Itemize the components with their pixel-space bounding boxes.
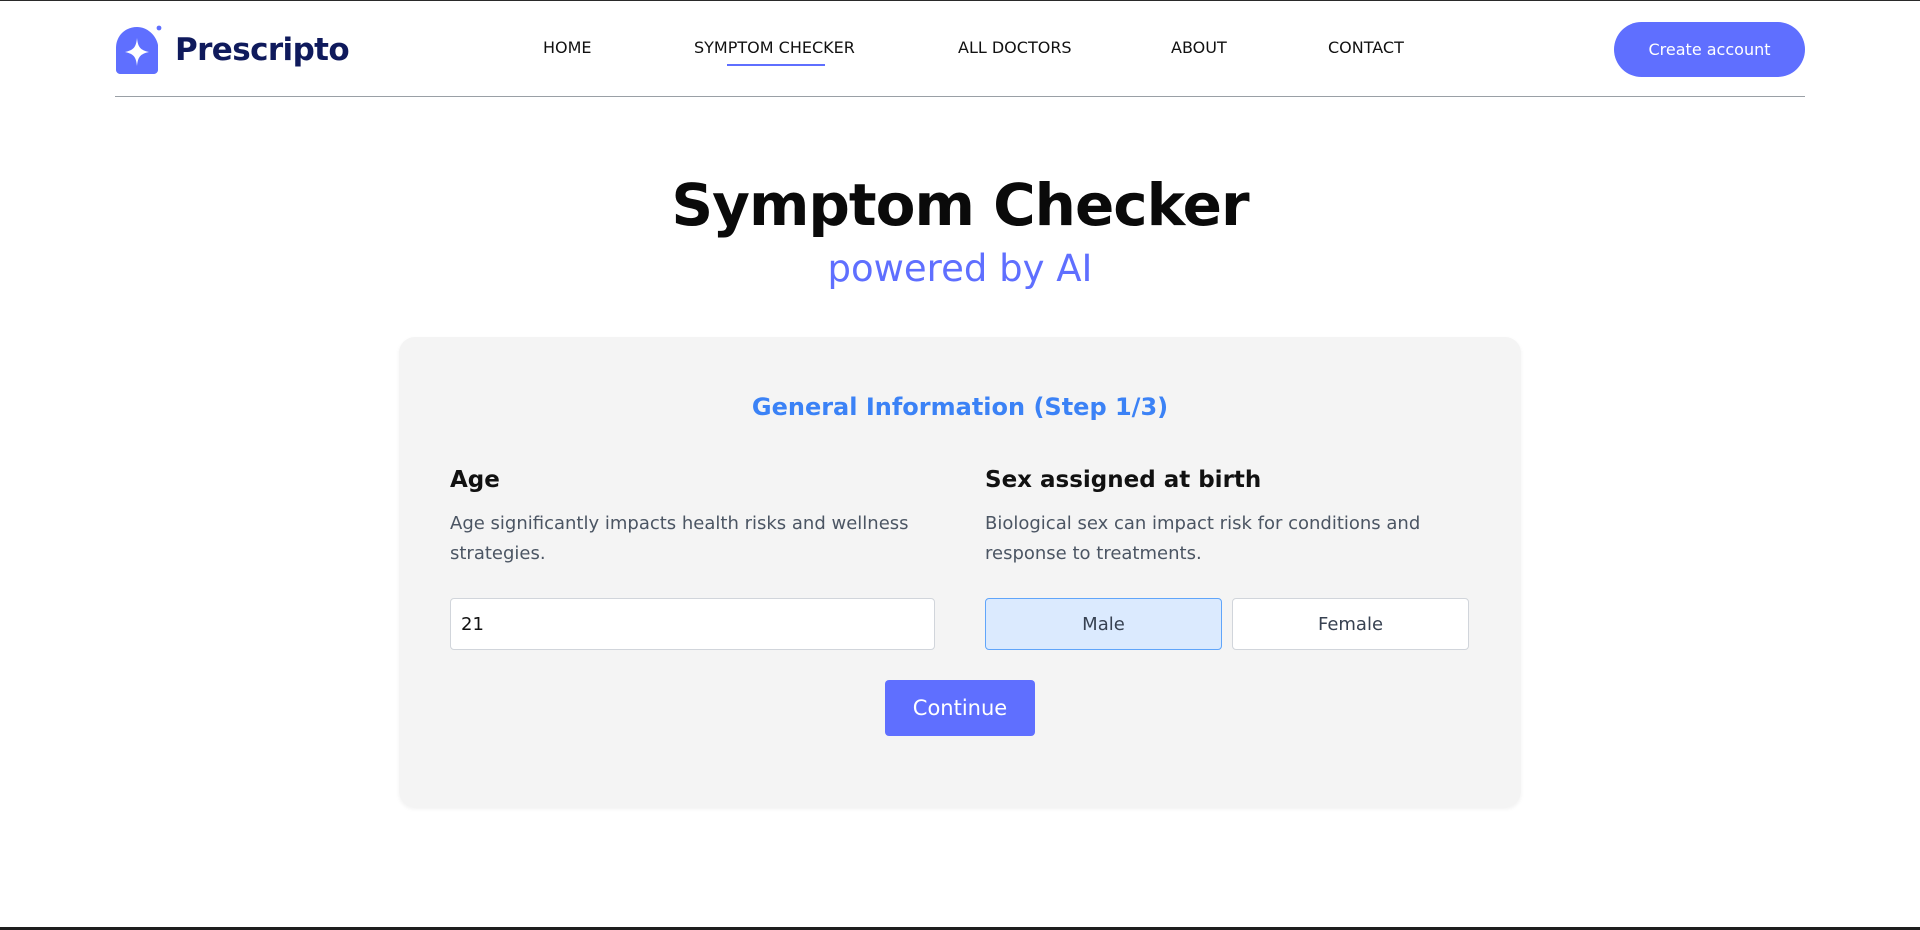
nav-symptom-checker[interactable]: SYMPTOM CHECKER — [694, 38, 855, 57]
navbar: Prescripto HOME SYMPTOM CHECKER ALL DOCT… — [115, 1, 1805, 97]
nav-all-doctors[interactable]: ALL DOCTORS — [958, 38, 1072, 57]
nav-about[interactable]: ABOUT — [1171, 38, 1227, 57]
create-account-button[interactable]: Create account — [1614, 22, 1805, 77]
active-nav-indicator — [727, 64, 825, 66]
age-description: Age significantly impacts health risks a… — [450, 513, 909, 564]
sparkle-logo-icon — [116, 25, 162, 74]
sex-option-male[interactable]: Male — [985, 598, 1222, 650]
nav-home[interactable]: HOME — [543, 38, 592, 57]
sex-label: Sex assigned at birth — [985, 467, 1262, 493]
brand-name: Prescripto — [175, 32, 350, 68]
age-label: Age — [450, 467, 500, 493]
nav-contact[interactable]: CONTACT — [1328, 38, 1404, 57]
page-subtitle: powered by AI — [827, 247, 1093, 290]
page-title: Symptom Checker — [671, 171, 1249, 239]
continue-button[interactable]: Continue — [885, 680, 1035, 736]
step-title: General Information (Step 1/3) — [751, 393, 1169, 421]
brand-logo[interactable]: Prescripto — [115, 25, 350, 75]
sex-option-female[interactable]: Female — [1232, 598, 1469, 650]
age-input[interactable] — [450, 598, 935, 650]
symptom-form-card: General Information (Step 1/3) Age Age s… — [399, 337, 1521, 807]
app-frame: Prescripto HOME SYMPTOM CHECKER ALL DOCT… — [0, 0, 1920, 930]
sex-description: Biological sex can impact risk for condi… — [985, 513, 1421, 564]
